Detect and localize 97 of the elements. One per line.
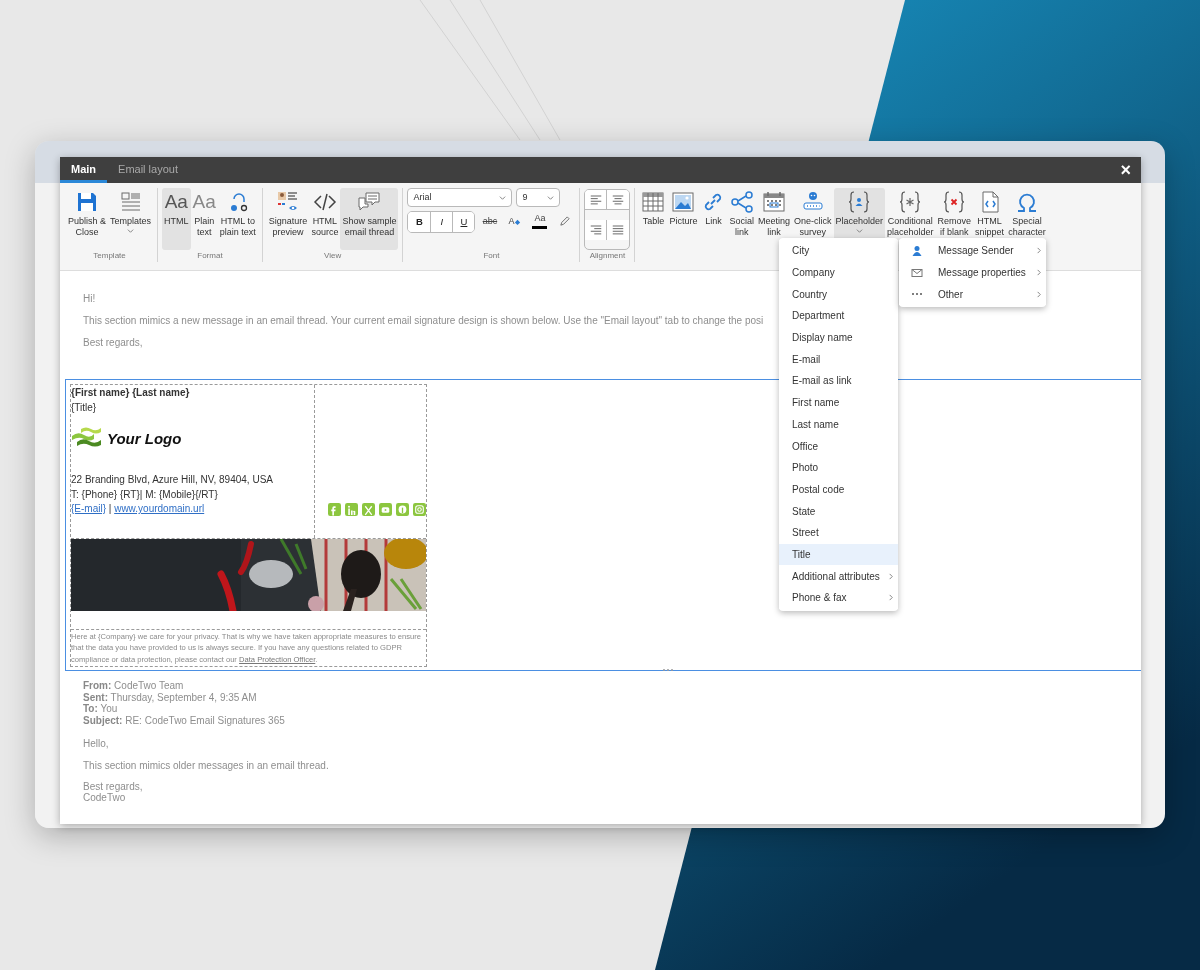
align-justify-icon bbox=[611, 224, 626, 235]
strikethrough-button[interactable]: abc bbox=[479, 212, 501, 232]
eraser-icon bbox=[514, 218, 522, 226]
ribbon-button[interactable]: Picture bbox=[667, 188, 700, 262]
ribbon-button[interactable]: Table bbox=[639, 188, 668, 262]
group-label: Template bbox=[92, 250, 127, 262]
ribbon-button[interactable]: Templates bbox=[108, 188, 154, 250]
group-label: View bbox=[323, 250, 343, 262]
separator-text: | bbox=[107, 502, 113, 516]
name-text: {First name} {Last name} bbox=[71, 386, 191, 400]
font-size-dropdown[interactable]: 9 bbox=[516, 188, 561, 207]
braces-person-icon bbox=[847, 190, 872, 214]
braces-cross-icon bbox=[942, 190, 967, 214]
align-center-icon bbox=[611, 194, 626, 205]
ribbon-button[interactable]: Show sample email thread bbox=[340, 188, 399, 250]
menu-item[interactable]: E-mail as link bbox=[779, 370, 898, 392]
header-line: Subject: RE: CodeTwo Email Signatures 365 bbox=[83, 714, 286, 726]
menu-item[interactable]: First name bbox=[779, 391, 898, 414]
header-line: From: CodeTwo Team bbox=[83, 680, 185, 692]
align-left-button[interactable] bbox=[585, 190, 608, 210]
phone-text: T: {Phone} {RT}| M: {Mobile}{/RT} bbox=[71, 487, 219, 502]
group-label: Format bbox=[196, 250, 224, 262]
italic-button[interactable]: I bbox=[430, 212, 453, 232]
social-media-icon bbox=[379, 503, 392, 516]
font-dropdown[interactable]: Arial bbox=[407, 188, 513, 207]
align-left-icon bbox=[588, 194, 603, 205]
person-icon bbox=[911, 244, 923, 257]
ribbon-button[interactable]: Aa HTML bbox=[162, 188, 191, 250]
chevron-down-icon bbox=[547, 194, 555, 201]
social-media-icon bbox=[362, 503, 375, 516]
ribbon-button[interactable]: HTML to plain text bbox=[217, 188, 258, 250]
menu-item[interactable]: Office bbox=[779, 435, 898, 457]
menu-item[interactable]: Phone & fax bbox=[779, 587, 898, 609]
menu-item[interactable]: Message Sender bbox=[899, 240, 1046, 262]
color-bar bbox=[532, 225, 548, 229]
braces-asterisk-icon bbox=[898, 190, 923, 214]
menu-item[interactable]: Postal code bbox=[779, 478, 898, 501]
logo-text: Your Logo bbox=[107, 431, 182, 447]
close-button[interactable]: × bbox=[1110, 158, 1141, 182]
ribbon-button[interactable]: Social link bbox=[727, 188, 756, 262]
save-icon bbox=[75, 190, 99, 214]
menu-item[interactable]: Other bbox=[899, 283, 1046, 306]
message-text: Hi! bbox=[83, 292, 96, 305]
image-icon bbox=[671, 190, 696, 214]
message-text: CodeTwo bbox=[83, 792, 126, 803]
ribbon-button[interactable]: Aa Plain text bbox=[190, 188, 218, 250]
layout-icon bbox=[118, 190, 143, 214]
underline-button[interactable]: U bbox=[452, 212, 475, 232]
message-text: Hello, bbox=[83, 737, 109, 750]
menu-item[interactable]: E-mail bbox=[779, 348, 898, 371]
bold-button[interactable]: B bbox=[408, 212, 431, 232]
share-icon bbox=[729, 190, 754, 214]
group-label: Font bbox=[482, 250, 501, 262]
pencil-icon bbox=[559, 216, 571, 228]
ribbon-button[interactable]: Signature preview bbox=[266, 188, 310, 250]
clear-format-button[interactable]: A bbox=[504, 212, 526, 232]
font-color-button[interactable]: Aa bbox=[529, 212, 551, 232]
menu-item[interactable]: State bbox=[779, 500, 898, 522]
envelope-icon bbox=[911, 266, 923, 279]
email-link[interactable]: {E-mail} bbox=[71, 502, 106, 517]
table-icon bbox=[641, 190, 666, 214]
menu-item[interactable]: Department bbox=[779, 305, 898, 327]
ribbon-button[interactable]: Link bbox=[699, 188, 728, 262]
message-text: Best regards, bbox=[83, 781, 143, 792]
header-line: To: You bbox=[83, 703, 119, 715]
social-media-icon bbox=[396, 503, 409, 516]
align-right-button[interactable] bbox=[585, 219, 608, 240]
align-center-button[interactable] bbox=[607, 190, 630, 210]
ribbon-button[interactable]: Publish & Close bbox=[66, 188, 109, 250]
website-link[interactable]: www.yourdomain.url bbox=[114, 502, 205, 517]
social-media-icon bbox=[413, 503, 426, 516]
menu-item[interactable]: Street bbox=[779, 521, 898, 544]
menu-item[interactable]: Country bbox=[779, 283, 898, 306]
menu-item[interactable]: Company bbox=[779, 261, 898, 284]
address-text: 22 Branding Blvd, Azure Hill, NV, 89404, USA bbox=[71, 473, 274, 487]
message-text: This section mimics older messages in an email thread. bbox=[83, 759, 329, 772]
header-line: Sent: Thursday, September 4, 9:35 AM bbox=[83, 691, 258, 703]
group-label: Alignment bbox=[588, 250, 627, 262]
calendar-icon bbox=[761, 190, 786, 214]
menu-item[interactable]: Message properties bbox=[899, 261, 1046, 284]
social-media-icon bbox=[328, 503, 341, 516]
align-justify-button[interactable] bbox=[607, 219, 630, 240]
resize-handle bbox=[662, 668, 674, 673]
message-text: This section mimics a new message in an email thread. Your current email signature design is shown below. Use the "Email layout" tab to change the posi bbox=[83, 314, 764, 327]
menu-item[interactable]: Additional attributes bbox=[779, 565, 898, 587]
title-text: {Title} bbox=[71, 400, 98, 415]
chevron-down-icon bbox=[499, 194, 507, 201]
align-right-icon bbox=[588, 224, 603, 235]
menu-item[interactable]: Photo bbox=[779, 456, 898, 479]
tab[interactable]: Email layout bbox=[107, 157, 189, 183]
message-text: Best regards, bbox=[83, 336, 143, 349]
menu-item[interactable]: Title bbox=[779, 543, 898, 566]
menu-item[interactable]: City bbox=[779, 240, 898, 262]
menu-item[interactable]: Last name bbox=[779, 413, 898, 436]
menu-item[interactable]: Display name bbox=[779, 326, 898, 349]
ribbon-button[interactable]: HTML source bbox=[309, 188, 341, 250]
social-media-icon bbox=[345, 503, 358, 516]
